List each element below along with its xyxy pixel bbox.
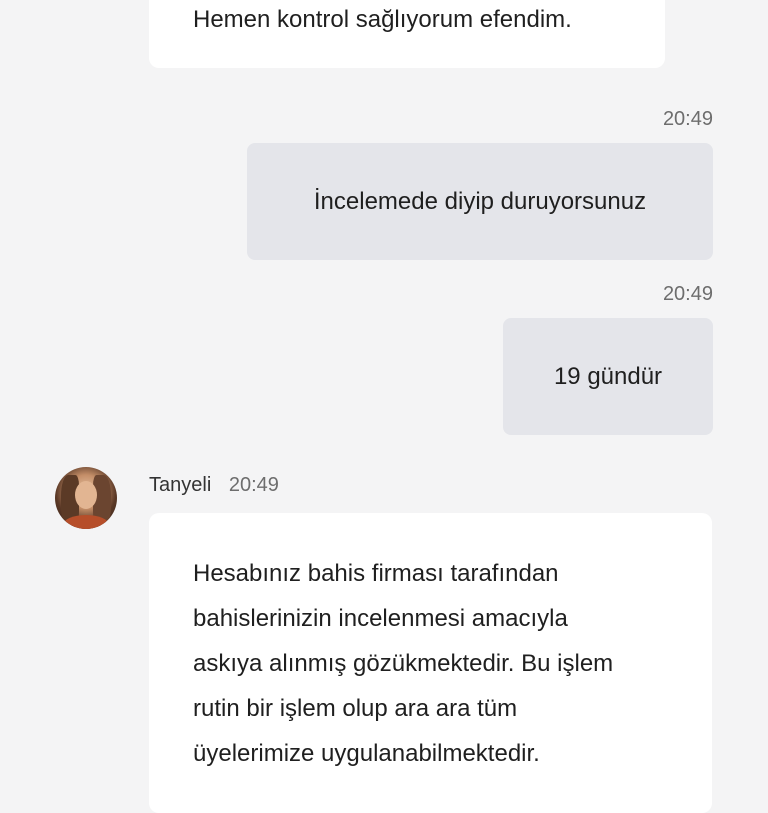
sender-name: Tanyeli [149, 474, 212, 496]
agent-message-line: üyelerimize uygulanabilmektedir. [193, 740, 540, 767]
message-timestamp: 20:49 [662, 108, 713, 130]
user-message-text: 19 gündür [553, 362, 663, 390]
agent-avatar[interactable] [55, 467, 117, 529]
message-timestamp: 20:49 [228, 474, 279, 496]
agent-message-bubble: Hesabınız bahis firması tarafından bahis… [149, 513, 712, 813]
user-message-text: İncelemede diyip duruyorsunuz [313, 187, 647, 215]
agent-message-text: Hemen kontrol sağlıyorum efendim. [193, 6, 572, 33]
agent-message-line: askıya alınmış gözükmektedir. Bu işlem [193, 650, 614, 677]
agent-message-line: rutin bir işlem olup ara ara tüm [193, 695, 518, 722]
agent-message-line: Hesabınız bahis firması tarafından [193, 560, 559, 587]
sender-info: Tanyeli 20:49 [149, 474, 279, 497]
avatar-face [75, 481, 97, 509]
user-message-bubble: İncelemede diyip duruyorsunuz [247, 143, 713, 260]
chat-thread: Hemen kontrol sağlıyorum efendim. 20:49 … [0, 0, 768, 813]
agent-message-line: bahislerinizin incelenmesi amacıyla [193, 605, 568, 632]
avatar-shirt [63, 515, 109, 529]
agent-message-bubble: Hemen kontrol sağlıyorum efendim. [149, 0, 665, 68]
message-timestamp: 20:49 [662, 283, 713, 305]
user-message-bubble: 19 gündür [503, 318, 713, 435]
